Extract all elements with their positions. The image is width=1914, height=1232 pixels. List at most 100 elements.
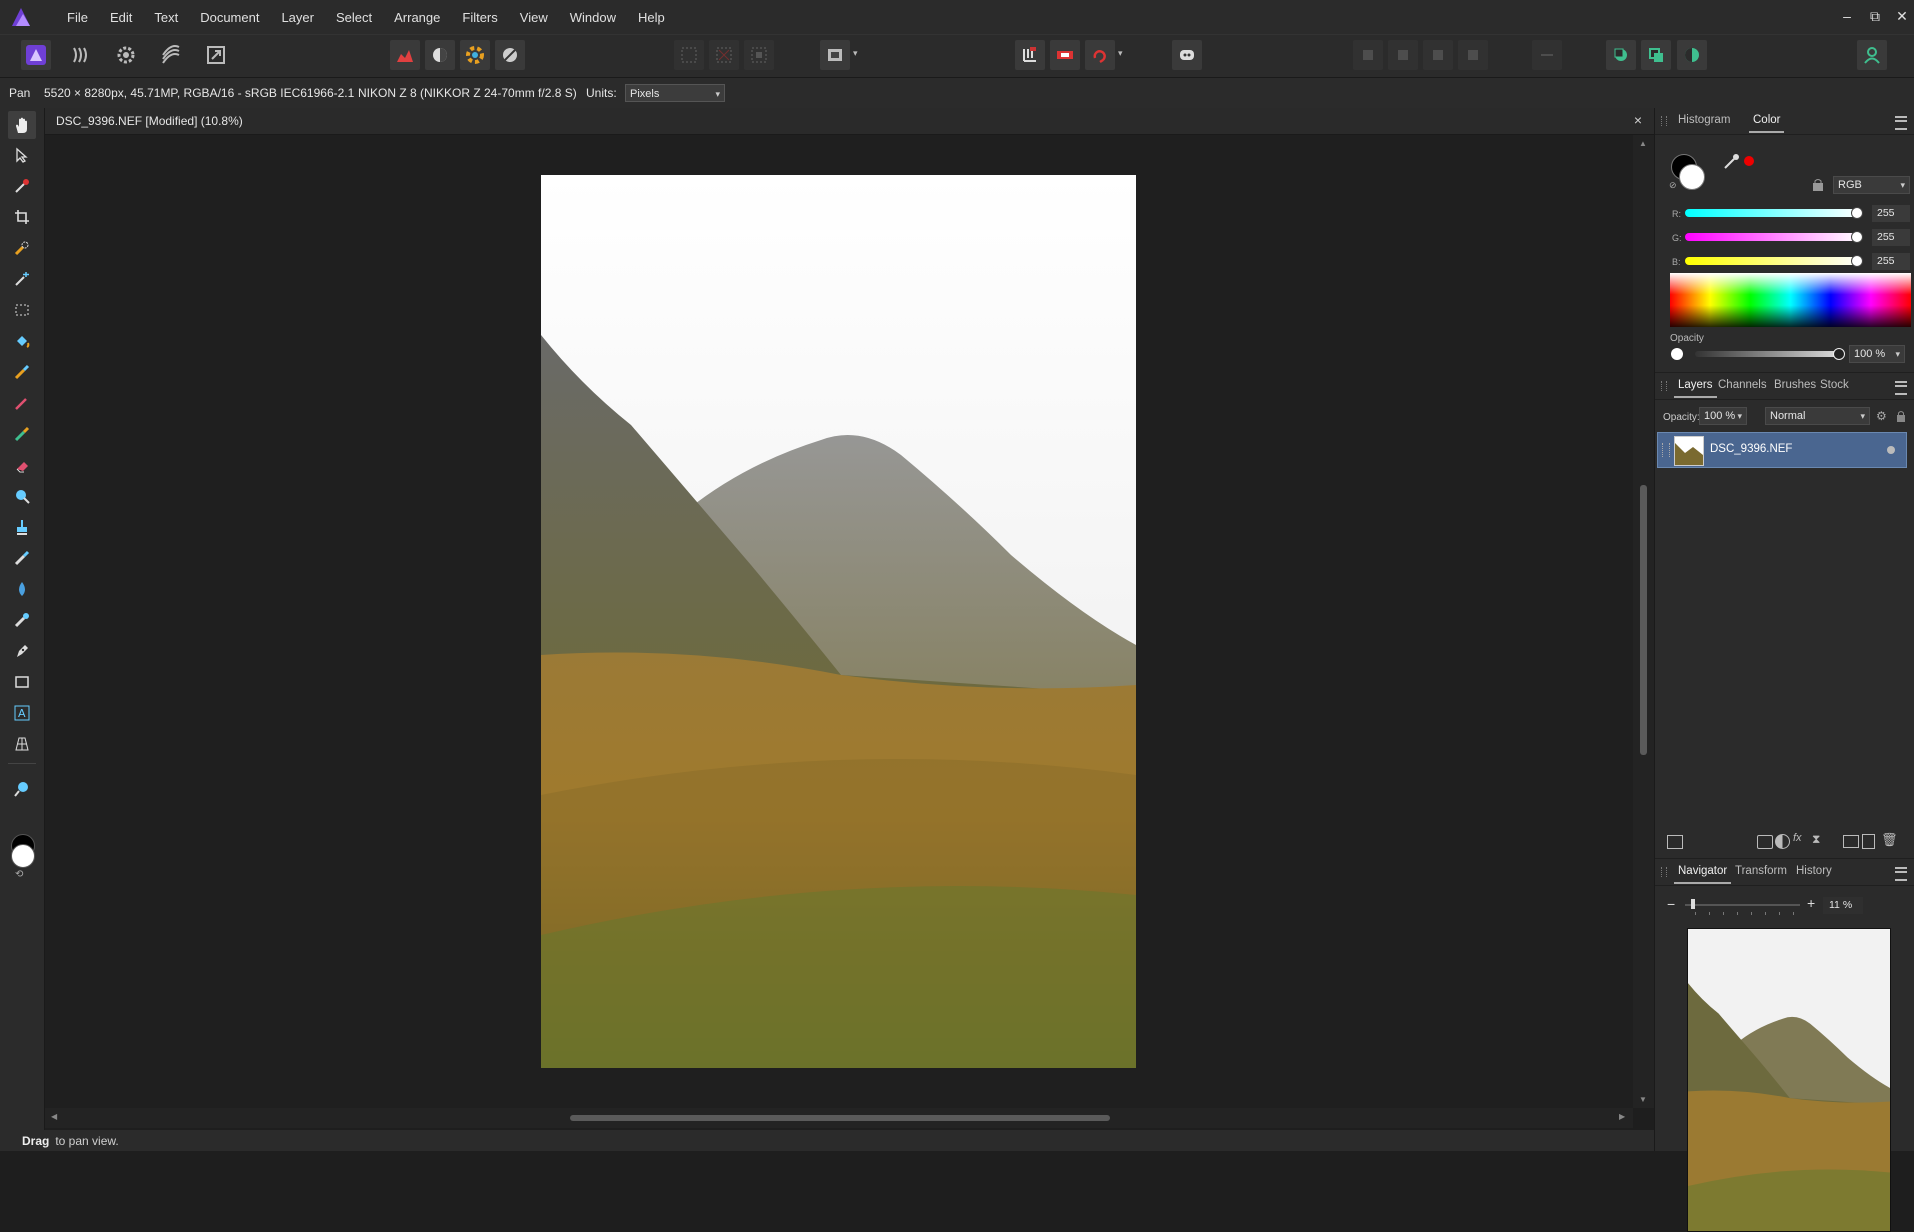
auto-contrast-icon[interactable] [425, 40, 455, 70]
blend-mode-dropdown[interactable]: Normal ▾ [1765, 407, 1870, 425]
menu-layer[interactable]: Layer [270, 10, 325, 25]
blue-slider-knob[interactable] [1851, 255, 1863, 267]
export-persona-icon[interactable] [201, 40, 231, 70]
menu-arrange[interactable]: Arrange [383, 10, 451, 25]
tone-mapping-persona-icon[interactable] [156, 40, 186, 70]
zoom-in-icon[interactable]: + [1807, 895, 1815, 911]
color-spectrum[interactable] [1670, 273, 1911, 327]
tab-channels[interactable]: Channels [1718, 379, 1767, 391]
paint-mixer-brush-icon[interactable] [11, 423, 33, 445]
layer-drag-grip-icon[interactable] [1662, 443, 1670, 457]
red-slider-knob[interactable] [1851, 207, 1863, 219]
color-mode-dropdown[interactable]: RGB ▾ [1833, 176, 1910, 194]
lock-icon[interactable] [1812, 178, 1824, 191]
layer-row[interactable]: DSC_9396.NEF [1657, 432, 1907, 468]
levels-icon[interactable] [390, 40, 420, 70]
layer-settings-gear-icon[interactable]: ⚙ [1876, 409, 1887, 423]
tab-brushes[interactable]: Brushes [1774, 379, 1816, 391]
tab-transform[interactable]: Transform [1735, 865, 1787, 877]
view-tool-icon[interactable] [8, 111, 36, 139]
vertical-scrollbar[interactable]: ▲ ▼ [1633, 135, 1654, 1108]
pen-tool-icon[interactable] [11, 640, 33, 662]
flood-select-tool-icon[interactable] [11, 268, 33, 290]
arrange-forward-icon[interactable] [1388, 40, 1418, 70]
select-all-icon[interactable] [674, 40, 704, 70]
auto-white-balance-icon[interactable] [495, 40, 525, 70]
tab-navigator[interactable]: Navigator [1673, 865, 1732, 884]
adjustment-layer-icon[interactable] [1775, 834, 1790, 849]
tab-layers[interactable]: Layers [1674, 379, 1717, 398]
layer-lock-icon[interactable] [1896, 410, 1906, 422]
units-dropdown[interactable]: Pixels ▾ [625, 84, 725, 102]
menu-help[interactable]: Help [627, 10, 676, 25]
restore-button[interactable]: ⧉ [1863, 6, 1887, 26]
move-tool-icon[interactable] [11, 144, 33, 166]
quick-mask-icon[interactable] [820, 40, 850, 70]
menu-view[interactable]: View [509, 10, 559, 25]
eyedropper-icon[interactable] [1723, 152, 1741, 173]
zoom-slider-knob[interactable] [1690, 899, 1695, 909]
layer-opacity-field[interactable]: 100 % ▾ [1699, 407, 1747, 425]
live-filter-icon[interactable]: fx [1793, 832, 1802, 844]
arrange-backward-icon[interactable] [1423, 40, 1453, 70]
menu-edit[interactable]: Edit [99, 10, 143, 25]
erase-brush-tool-icon[interactable] [11, 454, 33, 476]
mesh-warp-tool-icon[interactable] [11, 733, 33, 755]
opacity-value-field[interactable]: 100 % ▾ [1849, 345, 1905, 363]
photo-persona-button[interactable] [21, 40, 51, 70]
red-slider[interactable] [1685, 207, 1863, 219]
horizontal-scroll-thumb[interactable] [570, 1115, 1110, 1121]
close-document-button[interactable]: × [1634, 112, 1642, 128]
red-eye-tool-icon[interactable] [11, 609, 33, 631]
menu-document[interactable]: Document [189, 10, 270, 25]
green-slider[interactable] [1685, 231, 1863, 243]
force-pixel-alignment-icon[interactable] [1085, 40, 1115, 70]
vertical-scroll-thumb[interactable] [1640, 485, 1647, 755]
fill-layer-icon[interactable]: ⧗ [1812, 832, 1820, 847]
rectangle-tool-icon[interactable] [11, 671, 33, 693]
account-icon[interactable] [1857, 40, 1887, 70]
panel-grip-icon[interactable] [1661, 116, 1667, 126]
mask-layer-icon[interactable] [1757, 835, 1773, 849]
pixel-tool-icon[interactable] [11, 392, 33, 414]
tab-stock[interactable]: Stock [1820, 379, 1849, 391]
snapping-icon[interactable] [1015, 40, 1045, 70]
scroll-down-icon[interactable]: ▼ [1639, 1095, 1647, 1104]
panel-menu-icon[interactable] [1895, 867, 1907, 881]
menu-text[interactable]: Text [143, 10, 189, 25]
insert-inside-icon[interactable] [1677, 40, 1707, 70]
canvas[interactable] [45, 135, 1633, 1108]
liquify-persona-icon[interactable] [66, 40, 96, 70]
color-secondary-swatch[interactable] [1679, 164, 1705, 190]
zoom-slider[interactable] [1685, 899, 1800, 915]
arrange-front-icon[interactable] [1353, 40, 1383, 70]
menu-filters[interactable]: Filters [451, 10, 508, 25]
scroll-right-icon[interactable]: ▶ [1619, 1112, 1625, 1121]
crop-tool-icon[interactable] [11, 206, 33, 228]
scroll-left-icon[interactable]: ◀ [51, 1112, 57, 1121]
selection-brush-tool-icon[interactable] [11, 237, 33, 259]
menu-window[interactable]: Window [559, 10, 627, 25]
picked-color-swatch[interactable] [1744, 156, 1754, 166]
blue-slider[interactable] [1685, 255, 1863, 267]
green-slider-knob[interactable] [1851, 231, 1863, 243]
swap-colors-icon[interactable]: ⟲ [15, 869, 23, 880]
panel-menu-icon[interactable] [1895, 116, 1907, 130]
arrange-back-icon[interactable] [1458, 40, 1488, 70]
insert-top-icon[interactable] [1641, 40, 1671, 70]
zoom-tool-icon[interactable] [11, 778, 33, 800]
opacity-slider[interactable] [1695, 348, 1845, 360]
navigator-preview[interactable] [1687, 928, 1891, 1232]
green-value-field[interactable]: 255 [1872, 229, 1910, 246]
secondary-color-swatch[interactable] [11, 844, 35, 868]
snapping-options-icon[interactable] [1050, 40, 1080, 70]
zoom-value-field[interactable]: 11 % [1823, 897, 1863, 914]
add-group-icon[interactable] [1843, 835, 1859, 848]
blue-value-field[interactable]: 255 [1872, 253, 1910, 270]
dodge-brush-tool-icon[interactable] [11, 485, 33, 507]
panel-grip-icon[interactable] [1661, 867, 1667, 877]
add-pixel-layer-icon[interactable] [1862, 834, 1875, 849]
opacity-slider-knob[interactable] [1833, 348, 1845, 360]
rectangular-marquee-tool-icon[interactable] [11, 299, 33, 321]
tab-histogram[interactable]: Histogram [1678, 114, 1730, 126]
